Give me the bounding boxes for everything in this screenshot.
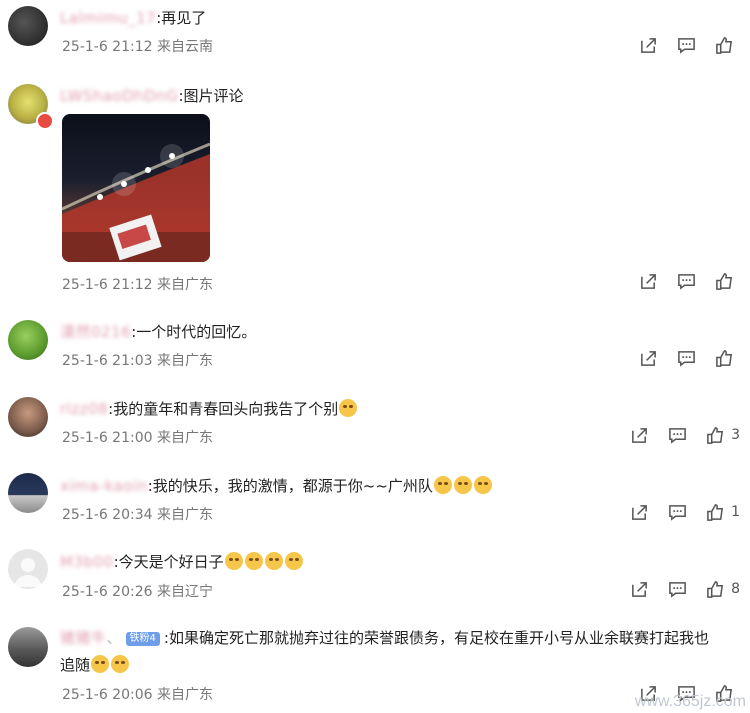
avatar[interactable] [8,627,48,667]
like-icon[interactable] [714,35,734,55]
comment-text: :一个时代的回忆。 [131,323,257,341]
comment-photo[interactable] [62,114,210,262]
comment-text: :我的快乐，我的激情，都源于你~~广州队 [147,477,433,495]
share-icon[interactable] [638,271,658,291]
crying-emoji-icon [339,399,358,417]
timestamp: 25-1-6 21:12 [62,39,153,55]
avatar[interactable] [8,6,48,46]
comment-icon[interactable] [676,271,696,291]
location: 来自云南 [156,39,213,55]
timestamp: 25-1-6 20:06 [62,687,153,703]
crying-emoji-icon [473,476,492,494]
share-icon[interactable] [629,425,649,445]
verified-icon [36,112,54,130]
timestamp: 25-1-6 20:26 [62,584,153,600]
username[interactable]: Lalmimu_17 [60,8,156,28]
cheer-emoji-icon [224,552,243,570]
location: 来自辽宁 [156,584,213,600]
stadium-photo-graphic [62,142,210,262]
comment-icon[interactable] [676,348,696,368]
site-watermark: www.365jz.com [634,693,746,710]
username[interactable]: LWShaoDhDnG [60,86,178,106]
comment-icon[interactable] [667,502,687,522]
crying-emoji-icon [453,476,472,494]
fan-badge[interactable]: 铁粉4 [125,632,160,646]
username[interactable]: M3b00 [60,552,114,572]
username[interactable]: xima-kaoin [60,476,148,496]
timestamp: 25-1-6 21:12 [62,277,153,293]
comment-icon[interactable] [667,579,687,599]
location: 来自广东 [156,430,213,446]
comment-text-continued: 追随 [60,656,91,674]
like-count: 3 [731,427,740,443]
location: 来自广东 [156,353,213,369]
default-avatar-icon [14,558,42,587]
cheer-emoji-icon [264,552,283,570]
timestamp: 25-1-6 20:34 [62,507,153,523]
comment-text: :如果确定死亡那就抛弃过往的荣誉跟债务，有足校在重开小号从业余联赛打起我也 [163,629,709,647]
like-icon[interactable] [705,425,725,445]
like-count: 8 [731,581,740,597]
crying-emoji-icon [91,655,110,673]
location: 来自广东 [156,507,213,523]
share-icon[interactable] [629,502,649,522]
avatar[interactable] [8,549,48,589]
timestamp: 25-1-6 21:00 [62,430,153,446]
like-icon[interactable] [714,271,734,291]
like-icon[interactable] [705,502,725,522]
share-icon[interactable] [638,35,658,55]
cheer-emoji-icon [244,552,263,570]
timestamp: 25-1-6 21:03 [62,353,153,369]
username[interactable]: 猪猪牛 [60,628,107,648]
crying-emoji-icon [111,655,130,673]
cheer-emoji-icon [284,552,303,570]
avatar[interactable] [8,473,48,513]
avatar[interactable] [8,397,48,437]
comment-text: :图片评论 [178,87,244,105]
avatar[interactable] [8,320,48,360]
username[interactable]: 漠然0216 [60,322,131,342]
comment-text: :我的童年和青春回头向我告了个别 [108,400,339,418]
share-icon[interactable] [629,579,649,599]
comment-icon[interactable] [676,35,696,55]
username[interactable]: rlzz08 [60,399,108,419]
comment-text: :再见了 [156,9,207,27]
comment-text: :今天是个好日子 [113,553,224,571]
crying-emoji-icon [433,476,452,494]
share-icon[interactable] [638,348,658,368]
location: 来自广东 [156,687,213,703]
like-icon[interactable] [705,579,725,599]
location: 来自广东 [156,277,213,293]
like-count: 1 [731,504,740,520]
like-icon[interactable] [714,348,734,368]
comment-icon[interactable] [667,425,687,445]
